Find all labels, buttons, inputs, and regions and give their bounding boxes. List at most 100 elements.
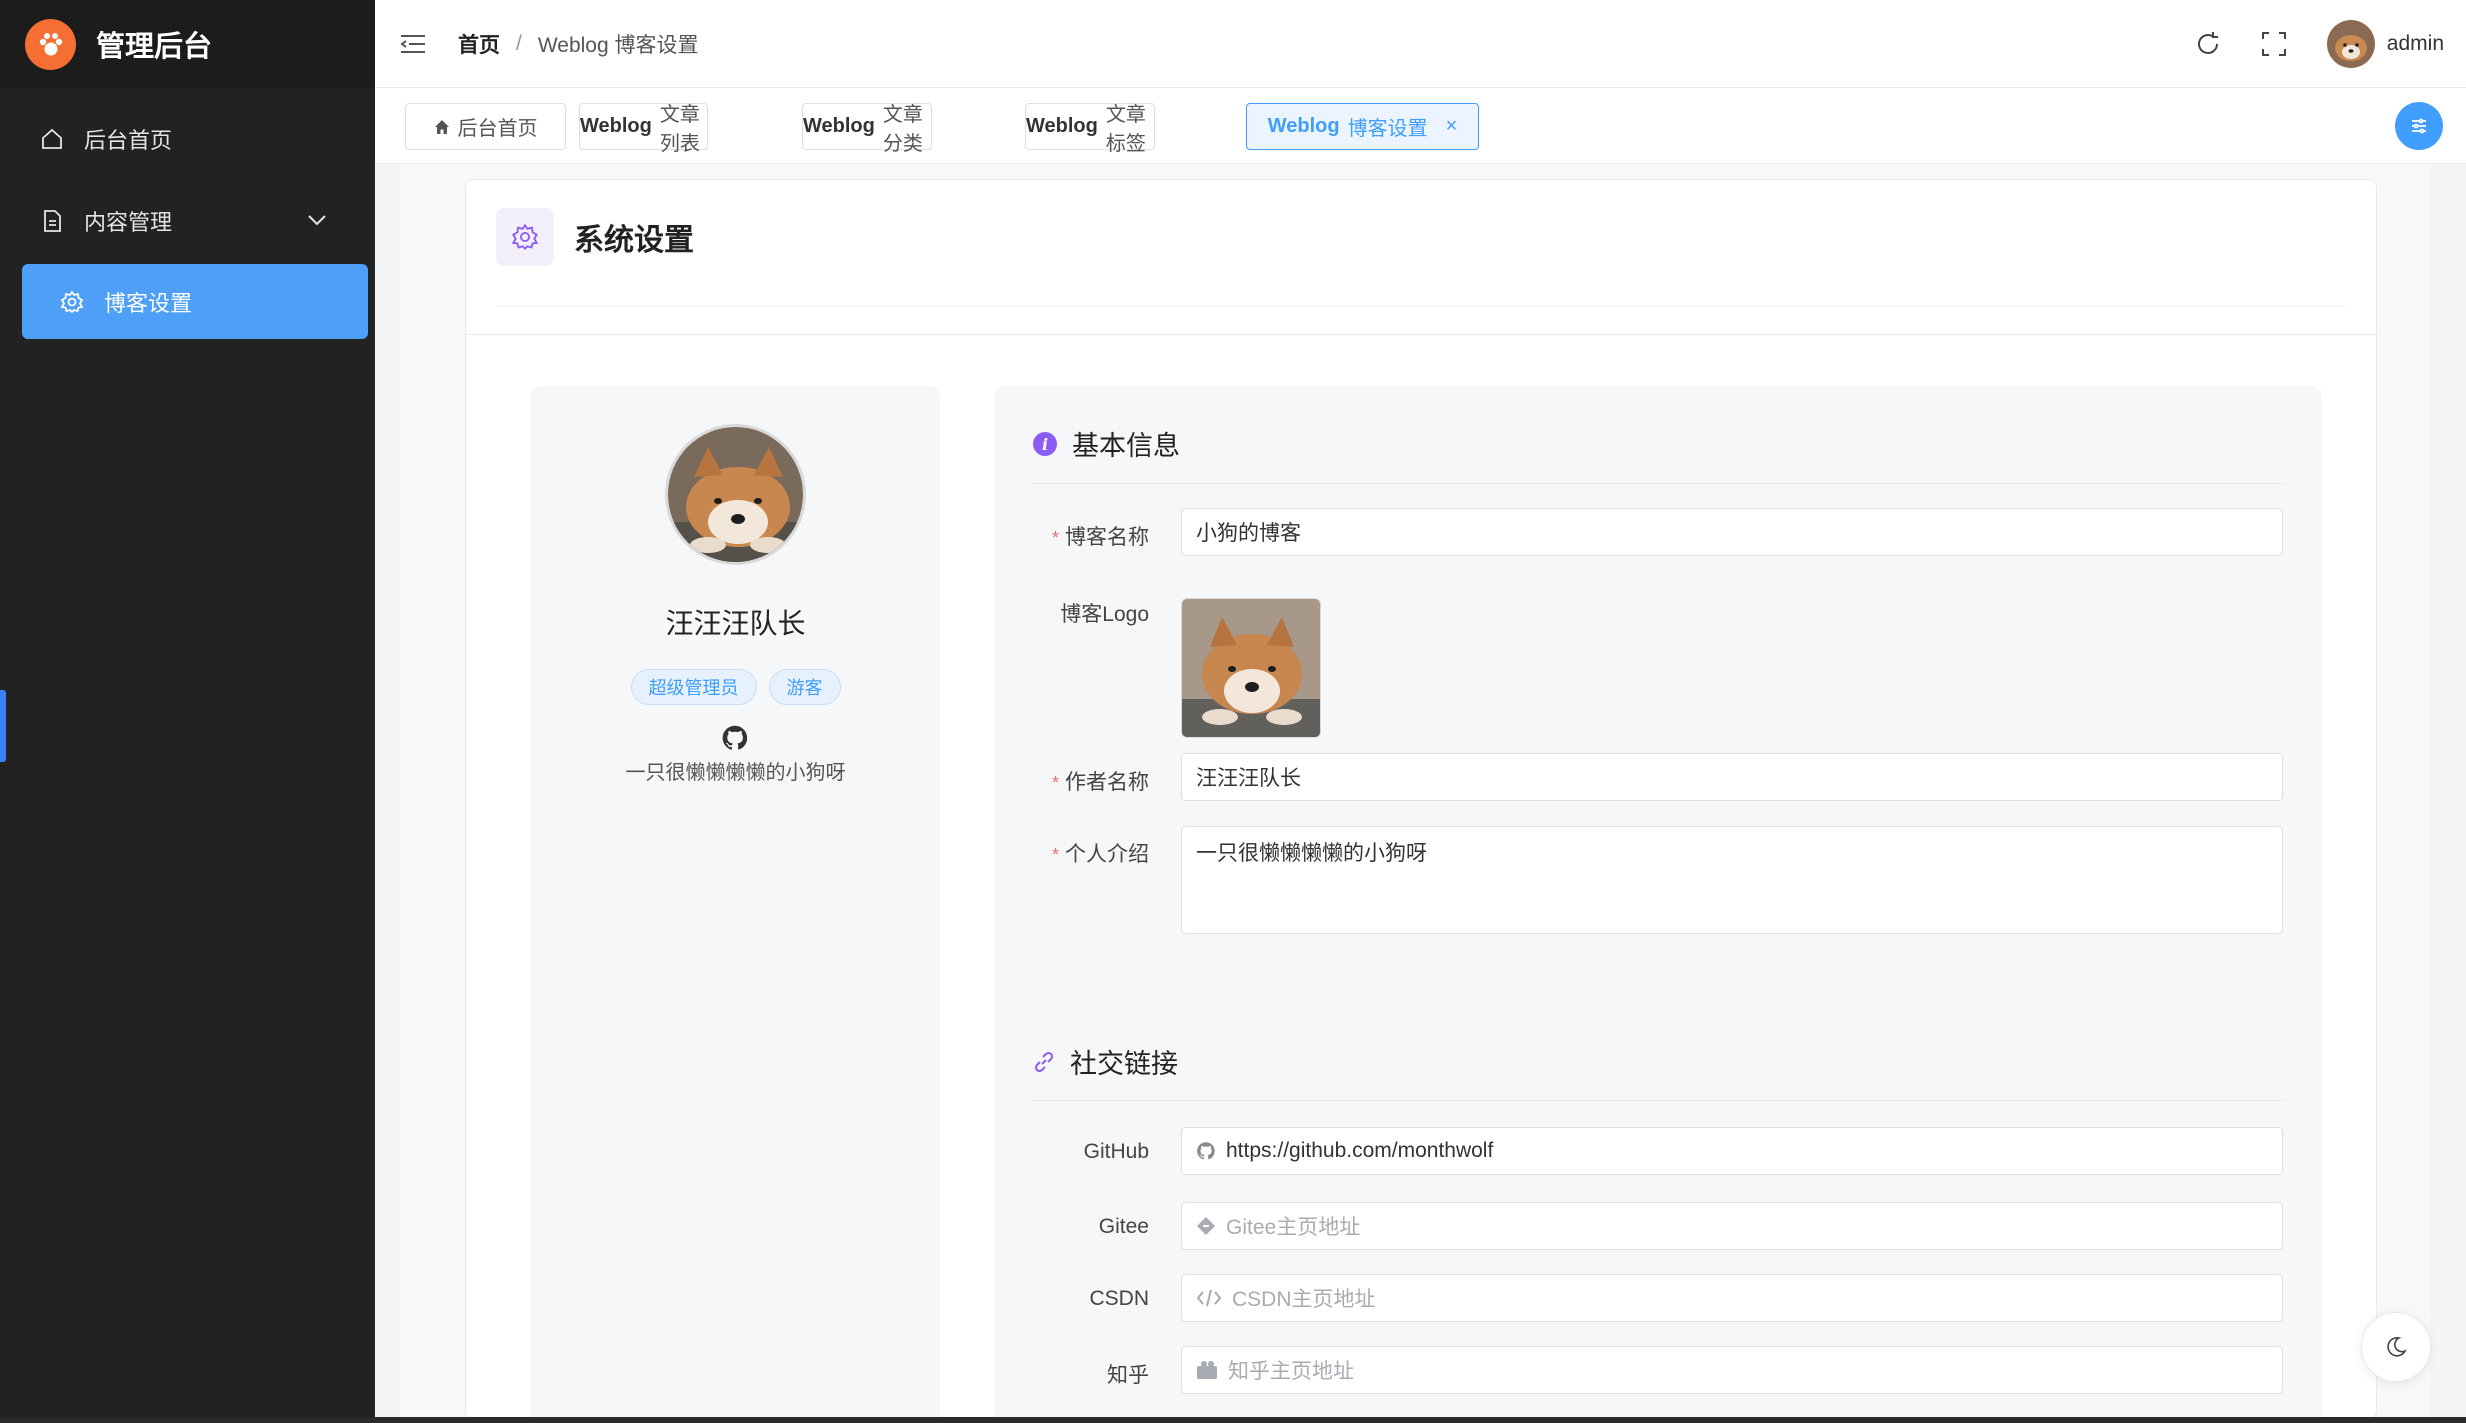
brand: 管理后台 xyxy=(0,0,375,88)
document-icon xyxy=(38,209,66,233)
sliders-icon xyxy=(2412,118,2426,134)
blog-logo-label: 博客Logo xyxy=(1060,603,1149,626)
csdn-label: CSDN xyxy=(1089,1287,1149,1310)
moon-icon xyxy=(2387,1337,2407,1357)
author-name-input[interactable]: 汪汪汪队长 xyxy=(1181,753,2283,801)
breadcrumb-home[interactable]: 首页 xyxy=(458,29,500,59)
intro-textarea[interactable]: 一只很懒懒懒懒的小狗呀 xyxy=(1181,826,2283,934)
refresh-icon[interactable] xyxy=(2195,31,2221,57)
csdn-input[interactable]: CSDN主页地址 xyxy=(1181,1274,2283,1322)
paw-icon xyxy=(25,18,76,70)
gear-icon xyxy=(58,289,86,314)
required-mark: * xyxy=(1051,845,1059,865)
divider xyxy=(1032,1100,2286,1101)
sidebar-resize-handle[interactable] xyxy=(0,690,6,762)
input-placeholder: CSDN主页地址 xyxy=(1232,1288,1376,1311)
window-bottom-edge xyxy=(0,1417,2466,1423)
label-text: 个人介绍 xyxy=(1065,843,1149,866)
breadcrumb: 首页 / Weblog 博客设置 xyxy=(458,29,699,59)
section-title: 社交链接 xyxy=(1070,1049,1178,1079)
tab-label: 文章列表 xyxy=(659,103,700,155)
tab-article-tags[interactable]: Weblog 文章标签 xyxy=(1025,103,1155,155)
tab-blog-settings[interactable]: Weblog 博客设置 × xyxy=(1246,103,1479,150)
tab-article-category[interactable]: Weblog 文章分类 xyxy=(802,103,932,155)
input-value: https://github.com/monthwolf xyxy=(1226,1139,1494,1162)
tab-dashboard[interactable]: 后台首页 xyxy=(405,103,566,150)
blog-logo-upload[interactable] xyxy=(1181,598,1321,738)
sidebar-item-label: 后台首页 xyxy=(84,127,173,153)
gitee-label: Gitee xyxy=(1098,1215,1149,1238)
tab-label: 后台首页 xyxy=(457,118,538,140)
divider xyxy=(1032,483,2286,484)
sidebar-item-content[interactable]: 内容管理 xyxy=(22,183,368,258)
tabs-menu-button[interactable] xyxy=(2395,102,2443,150)
gitee-input[interactable]: Gitee主页地址 xyxy=(1181,1202,2283,1250)
page-title: 系统设置 xyxy=(574,224,694,257)
avatar[interactable] xyxy=(2326,20,2375,68)
tab-prefix: Weblog xyxy=(1026,115,1098,137)
section-title: 基本信息 xyxy=(1072,431,1180,461)
close-icon[interactable]: × xyxy=(1446,115,1458,138)
header-actions: admin xyxy=(2195,0,2444,88)
tab-label: 文章分类 xyxy=(882,103,923,155)
svg-text:i: i xyxy=(1042,435,1048,454)
settings-card: 系统设置 汪汪汪队长 超级管理员 游客 一只很懒懒懒懒的小狗呀 i 基本信息 *… xyxy=(465,179,2378,1423)
breadcrumb-current: Weblog 博客设置 xyxy=(537,33,699,57)
github-input[interactable]: https://github.com/monthwolf xyxy=(1181,1127,2283,1175)
fullscreen-icon[interactable] xyxy=(2261,31,2287,57)
divider xyxy=(466,334,2378,335)
section-basic-info: i 基本信息 xyxy=(1032,424,1180,463)
input-placeholder: 知乎主页地址 xyxy=(1228,1360,1354,1383)
tab-bar: 后台首页 Weblog 文章列表 Weblog 文章分类 Weblog 文章标签… xyxy=(375,88,2466,164)
role-tag: 超级管理员 xyxy=(630,669,757,705)
zhihu-input[interactable]: 知乎主页地址 xyxy=(1181,1346,2283,1394)
sidebar-item-dashboard[interactable]: 后台首页 xyxy=(22,101,368,176)
author-name-label: * 作者名称 xyxy=(1052,766,1149,796)
settings-form: i 基本信息 * 博客名称 小狗的博客 博客Logo * 作者名称 汪汪汪队长 * 个 xyxy=(994,386,2322,1423)
blog-name-input[interactable]: 小狗的博客 xyxy=(1181,508,2283,556)
input-value: 汪汪汪队长 xyxy=(1196,767,1301,790)
required-mark: * xyxy=(1051,528,1059,548)
github-icon[interactable] xyxy=(721,724,749,757)
profile-panel: 汪汪汪队长 超级管理员 游客 一只很懒懒懒懒的小狗呀 xyxy=(531,386,940,1423)
tab-prefix: Weblog xyxy=(1267,115,1340,137)
tab-prefix: Weblog xyxy=(580,115,652,137)
divider xyxy=(496,306,2346,307)
top-header: 首页 / Weblog 博客设置 admin xyxy=(375,0,2466,88)
label-text: 博客名称 xyxy=(1065,526,1149,549)
profile-name: 汪汪汪队长 xyxy=(665,608,806,639)
tab-label: 博客设置 xyxy=(1347,118,1428,140)
home-icon xyxy=(38,127,66,151)
sidebar-item-blog-settings[interactable]: 博客设置 xyxy=(22,264,368,339)
gitee-icon xyxy=(1196,1216,1216,1236)
main-inner: 系统设置 汪汪汪队长 超级管理员 游客 一只很懒懒懒懒的小狗呀 i 基本信息 *… xyxy=(400,164,2430,1423)
profile-avatar xyxy=(665,424,806,565)
main-content: 系统设置 汪汪汪队长 超级管理员 游客 一只很懒懒懒懒的小狗呀 i 基本信息 *… xyxy=(375,164,2466,1423)
input-placeholder: Gitee主页地址 xyxy=(1226,1216,1361,1239)
role-tag: 游客 xyxy=(768,669,841,705)
profile-tags: 超级管理员 游客 xyxy=(531,669,940,705)
profile-intro: 一只很懒懒懒懒的小狗呀 xyxy=(625,762,846,784)
home-icon xyxy=(434,119,450,135)
input-value: 小狗的博客 xyxy=(1196,522,1301,545)
blog-name-label: * 博客名称 xyxy=(1052,521,1149,551)
input-value: 一只很懒懒懒懒的小狗呀 xyxy=(1196,842,1427,865)
chevron-down-icon xyxy=(306,209,328,237)
dark-mode-toggle[interactable] xyxy=(2361,1312,2431,1382)
intro-label: * 个人介绍 xyxy=(1052,838,1149,868)
section-social-links: 社交链接 xyxy=(1032,1042,1178,1081)
github-label: GitHub xyxy=(1083,1140,1149,1163)
tab-article-list[interactable]: Weblog 文章列表 xyxy=(579,103,708,155)
label-text: 作者名称 xyxy=(1065,771,1149,794)
username[interactable]: admin xyxy=(2387,32,2444,56)
tab-prefix: Weblog xyxy=(803,115,875,137)
sidebar-item-label: 内容管理 xyxy=(84,209,173,235)
gear-icon xyxy=(496,208,554,266)
menu-fold-icon[interactable] xyxy=(400,33,426,55)
tab-label: 文章标签 xyxy=(1105,103,1146,155)
github-icon xyxy=(1196,1141,1216,1161)
code-icon xyxy=(1196,1288,1222,1308)
zhihu-icon xyxy=(1196,1360,1218,1380)
info-icon: i xyxy=(1032,431,1058,457)
required-mark: * xyxy=(1051,773,1059,793)
